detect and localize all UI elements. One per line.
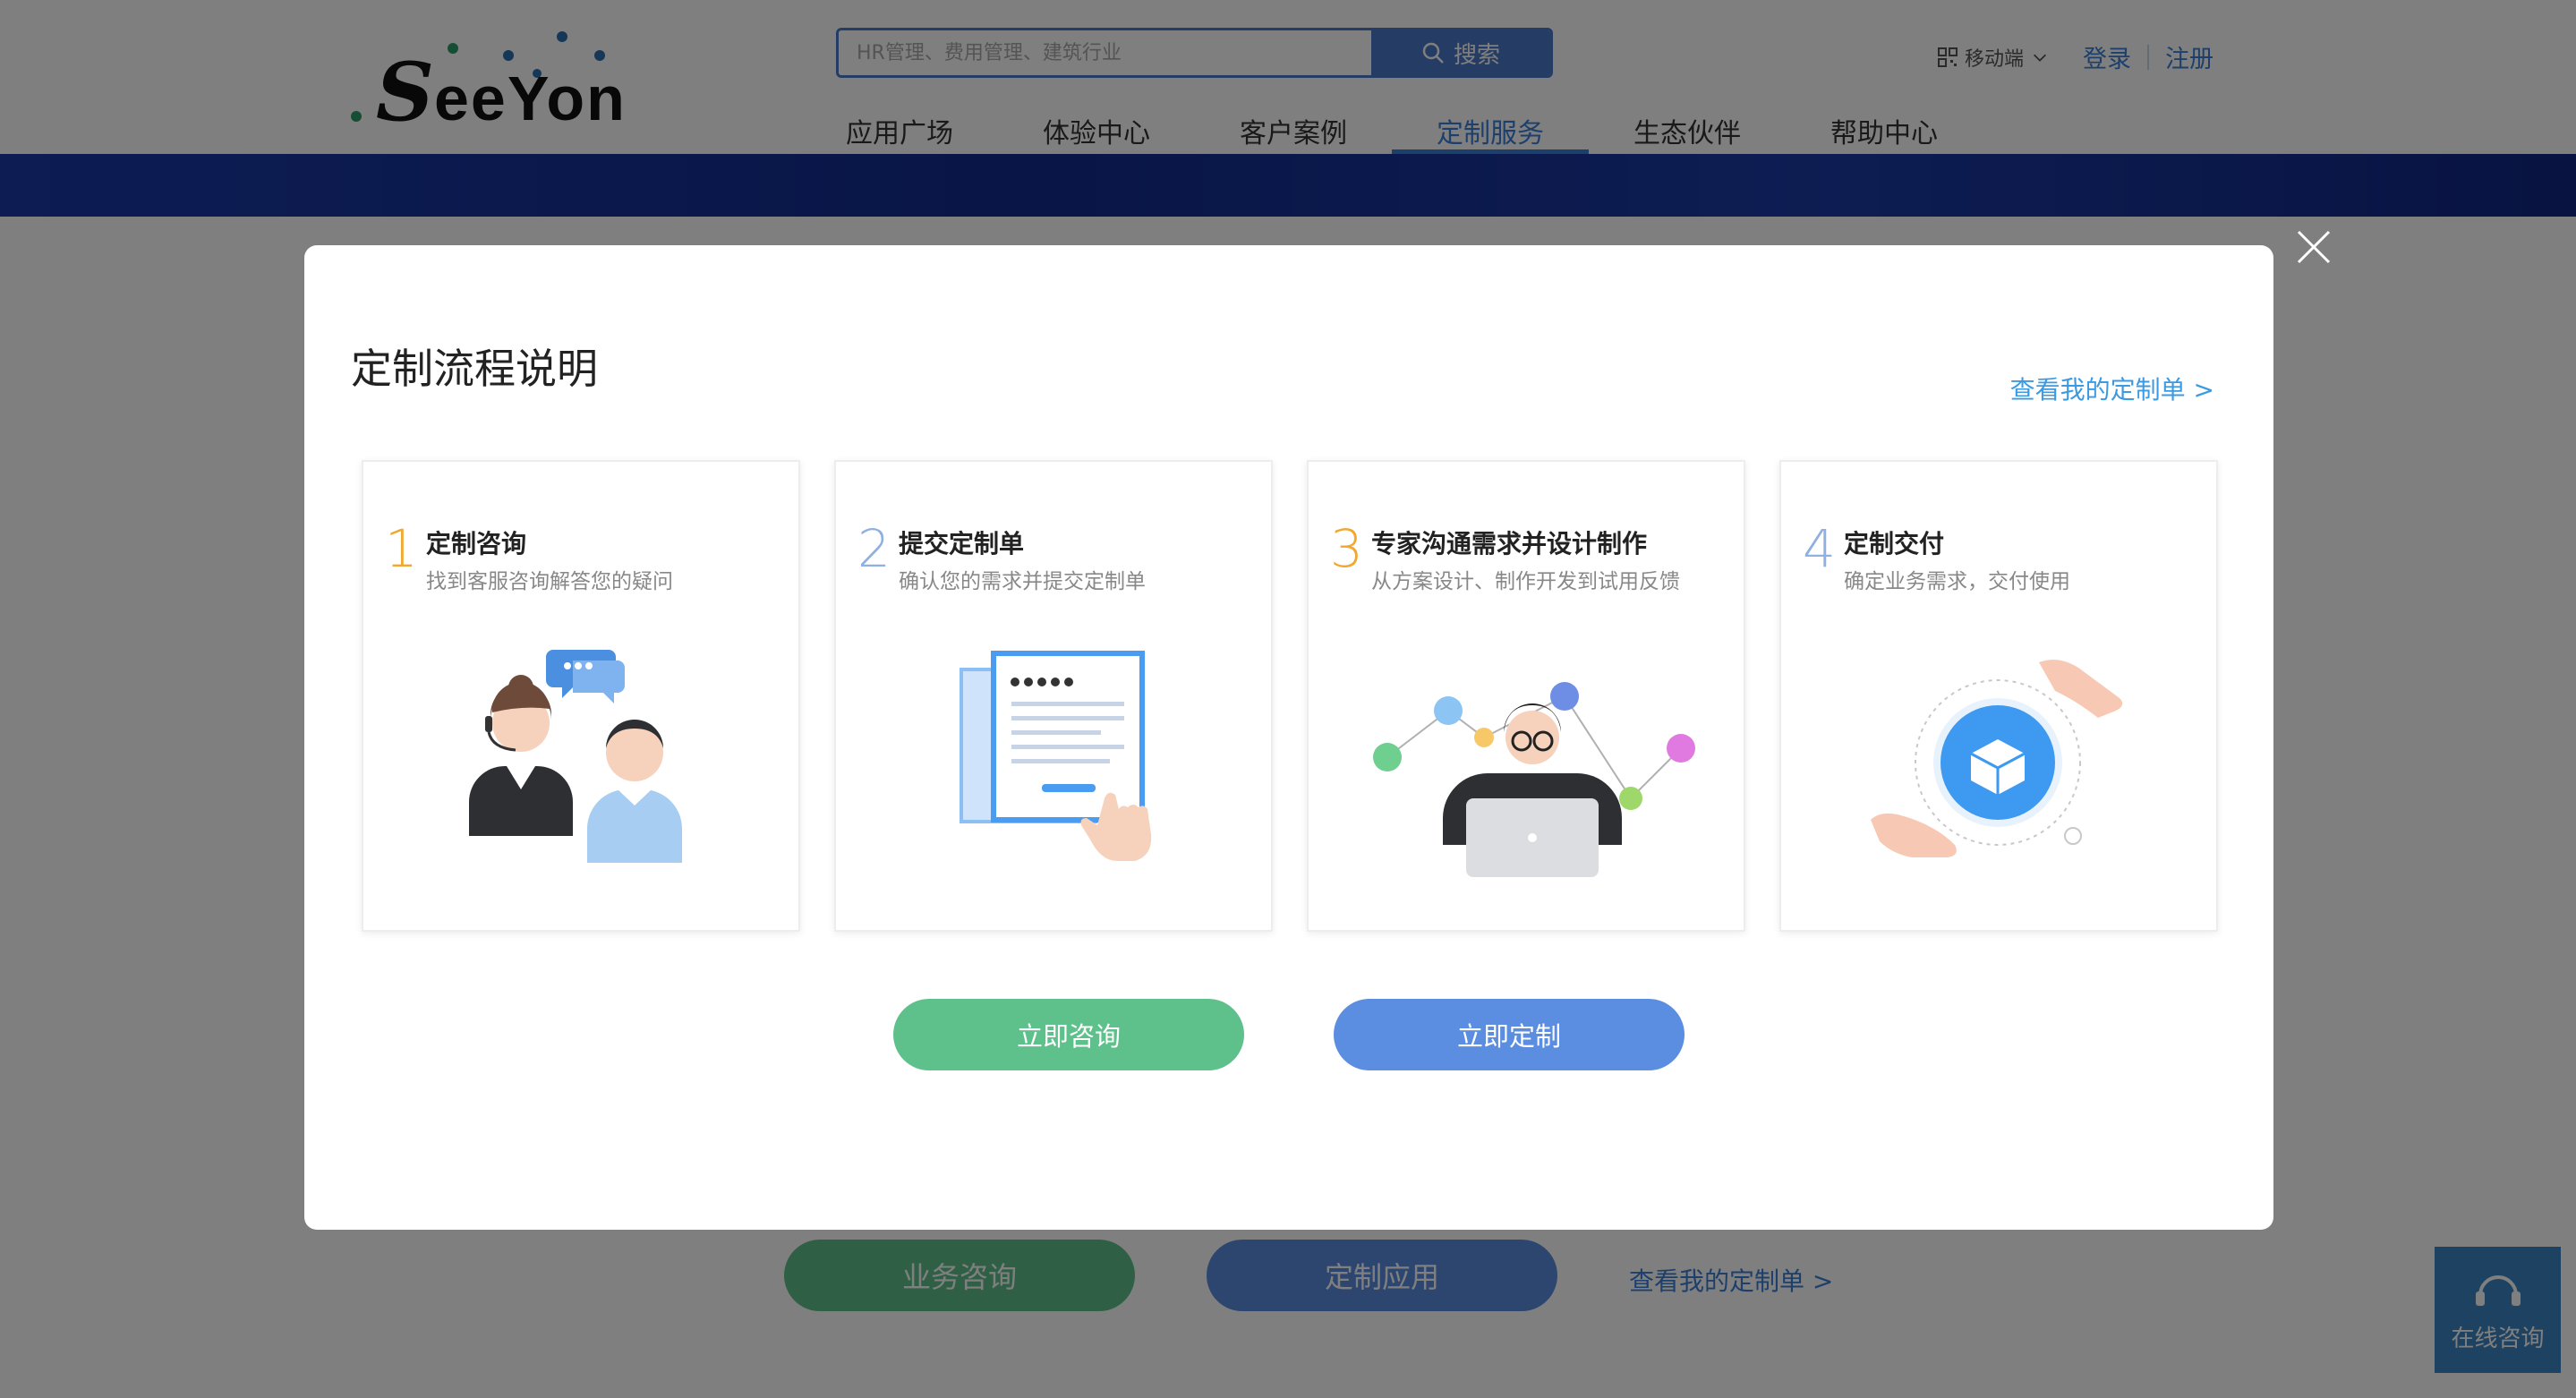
step-card-consult: 1 定制咨询 找到客服咨询解答您的疑问	[362, 460, 800, 932]
step-number: 4	[1803, 518, 1836, 579]
customize-now-button[interactable]: 立即定制	[1334, 999, 1685, 1070]
step-description: 找到客服咨询解答您的疑问	[426, 570, 673, 593]
order-form-illustration	[960, 651, 1152, 861]
step-title: 定制咨询	[426, 529, 527, 558]
step-card-submit-order: 2 提交定制单 确认您的需求并提交定制单	[834, 460, 1273, 932]
customer-service-illustration	[469, 650, 682, 863]
step-title: 专家沟通需求并设计制作	[1371, 529, 1648, 558]
expert-design-illustration	[1373, 682, 1695, 877]
step-description: 从方案设计、制作开发到试用反馈	[1371, 570, 1680, 593]
consult-now-button[interactable]: 立即咨询	[893, 999, 1244, 1070]
step-number: 1	[385, 518, 418, 579]
process-steps: 1 定制咨询 找到客服咨询解答您的疑问 2 提交定制单 确认您的需求并提交定制单…	[362, 460, 2218, 932]
modal-title: 定制流程说明	[351, 345, 598, 393]
modal-close-button[interactable]	[2293, 226, 2334, 268]
step-title: 提交定制单	[899, 529, 1025, 558]
modal-my-orders-link[interactable]: 查看我的定制单 >	[2010, 371, 2214, 406]
step-number: 3	[1330, 518, 1363, 579]
step-card-design: 3 专家沟通需求并设计制作 从方案设计、制作开发到试用反馈	[1307, 460, 1745, 932]
close-icon	[2297, 230, 2331, 264]
delivery-illustration	[1871, 660, 2123, 857]
step-card-delivery: 4 定制交付 确定业务需求，交付使用	[1779, 460, 2218, 932]
step-description: 确定业务需求，交付使用	[1844, 570, 2070, 593]
step-title: 定制交付	[1844, 529, 1945, 558]
step-number: 2	[857, 518, 891, 579]
custom-process-modal: 定制流程说明 查看我的定制单 > 1 定制咨询 找到客服咨询解答您的疑问 2 提…	[304, 245, 2273, 1230]
step-description: 确认您的需求并提交定制单	[899, 570, 1146, 593]
